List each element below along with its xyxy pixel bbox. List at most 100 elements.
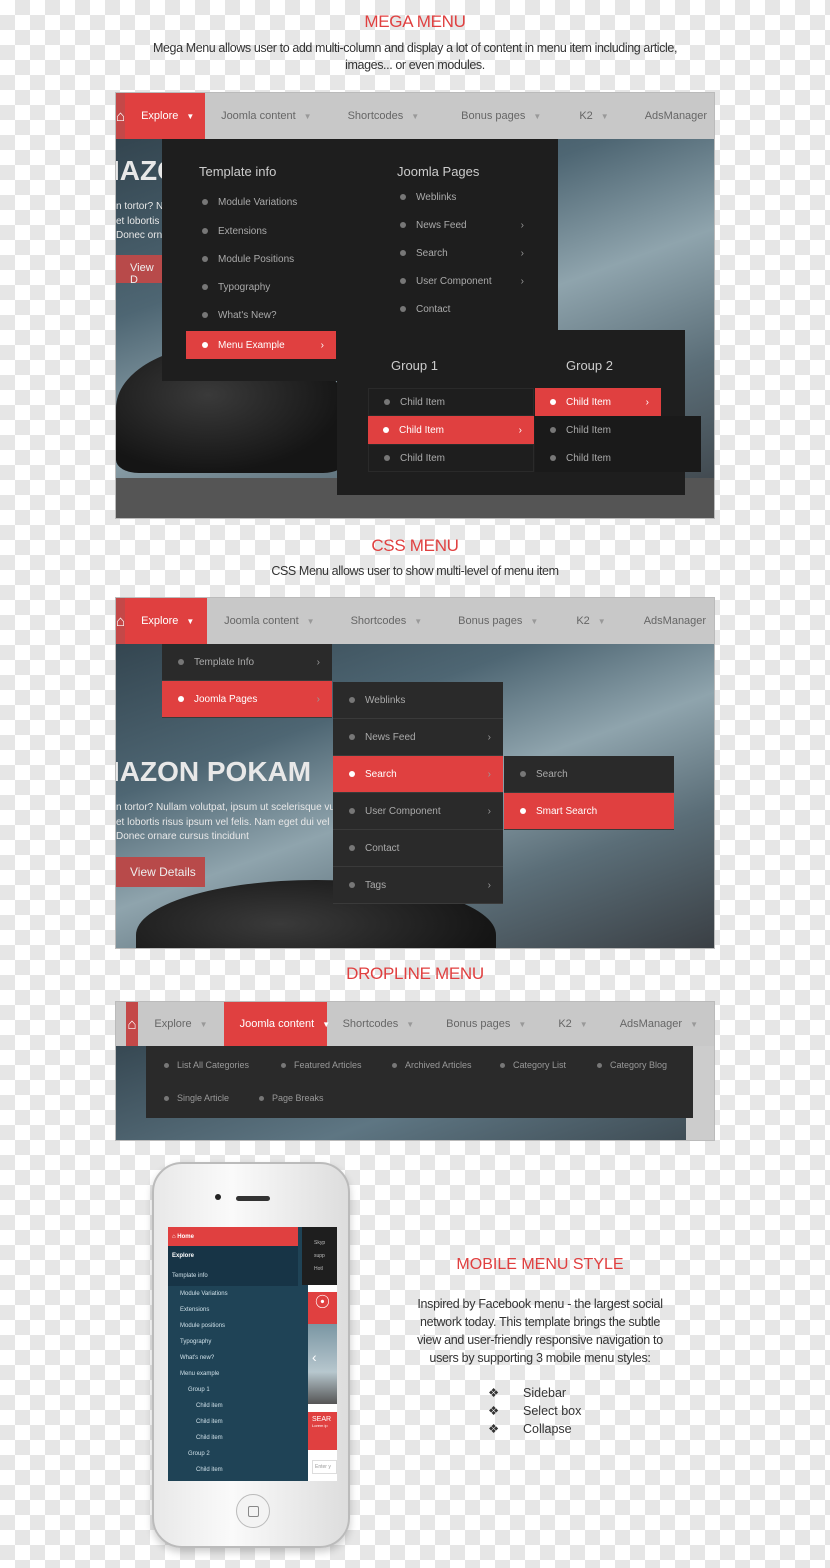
- child-item[interactable]: Child Item: [368, 444, 534, 472]
- menu-item[interactable]: User Component ›: [333, 793, 503, 830]
- view-details-button[interactable]: View D: [116, 255, 162, 286]
- child-item-active[interactable]: Child Item ›: [535, 388, 661, 416]
- menu-item[interactable]: Module Positions: [202, 245, 294, 273]
- css-menu-demo: IAZON POKAM n tortor? Nullam volutpat, i…: [115, 597, 715, 949]
- dropline-item[interactable]: Category Blog: [597, 1060, 667, 1070]
- menu-item[interactable]: Search ›: [400, 239, 524, 267]
- mobile-item-template[interactable]: Template info: [168, 1266, 298, 1286]
- menu-item-active[interactable]: Smart Search: [504, 793, 674, 830]
- mobile-title: MOBILE MENU STYLE: [456, 1256, 624, 1273]
- nav-shortcodes[interactable]: Shortcodes ▼: [328, 93, 436, 139]
- menu-item[interactable]: User Component ›: [400, 267, 524, 295]
- nav-explore[interactable]: Explore ▼: [125, 598, 208, 644]
- dropline-item[interactable]: Single Article: [164, 1093, 229, 1103]
- group-heading: Group 2: [566, 358, 613, 373]
- chevron-down-icon: ▼: [714, 617, 715, 626]
- mobile-desc: Inspired by Facebook menu - the largest …: [417, 1297, 663, 1365]
- mobile-item[interactable]: Child item: [168, 1414, 298, 1430]
- menu-item[interactable]: Typography: [202, 273, 270, 301]
- nav-adsmanager[interactable]: AdsManager▼: [625, 93, 714, 139]
- mobile-item[interactable]: Child item: [168, 1398, 298, 1414]
- chevron-right-icon: ›: [520, 247, 524, 259]
- menu-item[interactable]: Contact: [400, 295, 450, 323]
- menu-item-active[interactable]: Joomla Pages ›: [162, 681, 332, 718]
- steering-wheel-icon: ☉: [308, 1292, 337, 1324]
- dropline-item[interactable]: Archived Articles: [392, 1060, 472, 1070]
- mobile-item[interactable]: Group 1: [168, 1382, 298, 1398]
- chevron-down-icon: ▼: [306, 616, 315, 626]
- mobile-item[interactable]: Typography: [168, 1334, 298, 1350]
- mobile-item[interactable]: Child item: [168, 1430, 298, 1446]
- nav-explore[interactable]: Explore ▼: [125, 93, 206, 139]
- mobile-item[interactable]: Group 2: [168, 1446, 298, 1462]
- nav-label: AdsManager: [644, 110, 708, 122]
- child-item[interactable]: Child Item: [535, 416, 701, 444]
- nav-joomla-content[interactable]: Joomla content ▼: [207, 598, 331, 644]
- home-icon[interactable]: ⌂: [116, 93, 126, 139]
- dropline-item[interactable]: Page Breaks: [259, 1093, 324, 1103]
- chevron-down-icon: ▼: [530, 616, 539, 626]
- dropline-item[interactable]: Featured Articles: [281, 1060, 362, 1070]
- menu-item-active[interactable]: Menu Example ›: [186, 331, 336, 359]
- mobile-search-input[interactable]: Enter y: [312, 1460, 337, 1474]
- nav-joomla-content[interactable]: Joomla content ▼: [205, 93, 328, 139]
- menu-item[interactable]: Template Info ›: [162, 644, 332, 681]
- mobile-item-home[interactable]: ⌂ Home: [168, 1227, 298, 1246]
- nav-adsmanager[interactable]: AdsManager▼: [622, 598, 715, 644]
- home-icon[interactable]: ⌂: [125, 1002, 139, 1046]
- slider-image: ‹: [308, 1324, 337, 1404]
- mobile-item[interactable]: Module Variations: [168, 1286, 298, 1302]
- nav-adsmanager[interactable]: AdsManager▼: [604, 1002, 714, 1046]
- home-icon[interactable]: ⌂: [116, 598, 126, 644]
- menu-item[interactable]: Contact: [333, 830, 503, 867]
- menu-item[interactable]: What's New?: [202, 301, 277, 329]
- menu-item[interactable]: Tags ›: [333, 867, 503, 904]
- diamond-bullet-icon: ❖: [488, 1422, 500, 1436]
- child-item[interactable]: Child Item: [368, 388, 534, 416]
- menu-item[interactable]: News Feed ›: [400, 211, 524, 239]
- nav-label: Joomla content: [239, 1018, 315, 1030]
- nav-k2[interactable]: K2 ▼: [542, 1002, 603, 1046]
- child-item[interactable]: Child Item: [535, 444, 701, 472]
- child-item-active[interactable]: Child Item ›: [368, 416, 534, 444]
- dropline-item[interactable]: Category List: [500, 1060, 566, 1070]
- mobile-item[interactable]: Module positions: [168, 1318, 298, 1334]
- mega-desc-1: Mega Menu allows user to add multi-colum…: [152, 41, 678, 55]
- menu-item[interactable]: Search: [504, 756, 674, 793]
- chevron-left-icon[interactable]: ‹: [312, 1349, 317, 1365]
- chevron-right-icon: ›: [520, 219, 524, 231]
- menu-item[interactable]: News Feed ›: [333, 719, 503, 756]
- menu-item[interactable]: Module Variations: [202, 188, 297, 216]
- menu-item[interactable]: Extensions: [202, 217, 267, 245]
- mobile-item[interactable]: Extensions: [168, 1302, 298, 1318]
- navbar: ⌂ Explore ▼ Joomla content ▼ Shortcodes ▼ B…: [116, 598, 714, 644]
- nav-explore[interactable]: Explore ▼: [138, 1002, 223, 1046]
- menu-item[interactable]: Weblinks: [333, 682, 503, 719]
- chevron-down-icon: ▼: [597, 616, 606, 626]
- mobile-item[interactable]: Menu example: [168, 1366, 298, 1382]
- nav-bonus-pages[interactable]: Bonus pages ▼: [435, 93, 557, 139]
- navbar: ⌂ Explore ▼ Joomla content ▼ Shortcodes ▼ B…: [116, 1002, 714, 1046]
- diamond-bullet-icon: ❖: [488, 1386, 500, 1400]
- menu-item-active[interactable]: Search ›: [333, 756, 503, 793]
- nav-bonus-pages[interactable]: Bonus pages ▼: [430, 1002, 542, 1046]
- nav-k2[interactable]: K2 ▼: [554, 598, 621, 644]
- nav-label: Shortcodes: [350, 615, 407, 627]
- mobile-item-explore[interactable]: Explore: [168, 1246, 298, 1266]
- mobile-item[interactable]: What's new?: [168, 1350, 298, 1366]
- nav-bonus-pages[interactable]: Bonus pages ▼: [438, 598, 554, 644]
- view-details-button[interactable]: View Details: [116, 857, 205, 887]
- home-button[interactable]: [236, 1494, 270, 1528]
- hero-title: IAZON POKAM: [115, 756, 312, 787]
- dropline-item[interactable]: List All Categories: [164, 1060, 249, 1070]
- navbar: ⌂ Explore ▼ Joomla content ▼ Shortcodes ▼ B…: [116, 93, 714, 139]
- nav-k2[interactable]: K2 ▼: [557, 93, 624, 139]
- nav-joomla-content[interactable]: Joomla content ▼: [223, 1002, 330, 1046]
- nav-shortcodes[interactable]: Shortcodes ▼: [327, 1002, 431, 1046]
- mega-menu-demo: IAZO n tortor? N et lobortis Donec orna …: [115, 92, 715, 519]
- nav-label: Shortcodes: [342, 1018, 399, 1030]
- nav-shortcodes[interactable]: Shortcodes ▼: [331, 598, 439, 644]
- mobile-item[interactable]: Child item: [168, 1462, 298, 1478]
- menu-item[interactable]: Weblinks: [400, 183, 456, 211]
- css-title: CSS MENU: [371, 536, 459, 555]
